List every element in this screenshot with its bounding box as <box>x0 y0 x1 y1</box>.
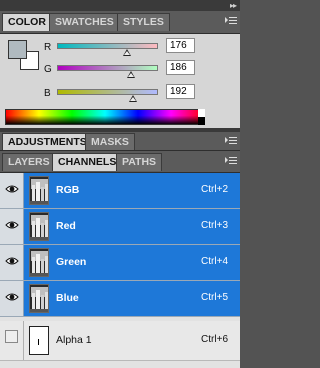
channel-thumbnail <box>29 326 49 355</box>
tab-channels[interactable]: CHANNELS <box>52 153 123 171</box>
channel-visibility-toggle[interactable] <box>0 281 24 316</box>
color-panel-tabbar: COLOR SWATCHES STYLES <box>0 11 240 34</box>
channel-shortcut: Ctrl+5 <box>201 292 228 303</box>
red-slider-row: R 176 <box>0 38 240 58</box>
channel-visibility-toggle[interactable] <box>0 209 24 244</box>
channel-shortcut: Ctrl+4 <box>201 256 228 267</box>
channel-name: Blue <box>56 292 79 304</box>
black-white-swatches[interactable] <box>198 109 205 125</box>
channel-shortcut: Ctrl+3 <box>201 220 228 231</box>
tab-styles[interactable]: STYLES <box>117 13 170 31</box>
tab-masks[interactable]: MASKS <box>85 133 135 150</box>
red-value-input[interactable]: 176 <box>166 38 195 53</box>
blue-slider-thumb[interactable] <box>128 95 137 102</box>
green-slider-row: G 186 <box>0 60 240 80</box>
green-value-input[interactable]: 186 <box>166 60 195 75</box>
collapse-panels-icon[interactable]: ▸▸ <box>230 0 237 11</box>
channel-visibility-toggle[interactable] <box>0 245 24 280</box>
channel-visibility-toggle[interactable] <box>0 173 24 208</box>
panel-dock-titlebar: ▸▸ <box>0 0 240 11</box>
channel-thumbnail <box>29 176 49 205</box>
eye-icon <box>5 293 19 301</box>
panel-menu-icon[interactable] <box>225 156 237 166</box>
tab-color[interactable]: COLOR <box>2 13 52 31</box>
color-panel: R 176 G 186 B 192 <box>0 34 240 129</box>
eye-icon <box>5 257 19 265</box>
channel-name: Alpha 1 <box>56 334 92 346</box>
channel-thumbnail <box>29 248 49 277</box>
channel-row[interactable]: Blue Ctrl+5 <box>0 281 240 317</box>
channel-thumbnail <box>29 212 49 241</box>
color-spectrum-ramp[interactable] <box>5 109 205 125</box>
channel-row[interactable]: Alpha 1 Ctrl+6 <box>0 321 240 361</box>
green-slider-track[interactable] <box>57 65 158 71</box>
tab-adjustments[interactable]: ADJUSTMENTS <box>2 133 93 150</box>
channels-list: A RGBCtrl+2RedCtrl+3GreenCtrl+4BlueCtrl+… <box>0 173 240 368</box>
empty-visibility-box <box>5 330 18 343</box>
channel-shortcut: Ctrl+6 <box>201 334 228 345</box>
blue-label: B <box>44 88 51 99</box>
tab-swatches[interactable]: SWATCHES <box>49 13 120 31</box>
red-slider-thumb[interactable] <box>122 49 131 56</box>
red-slider-track[interactable] <box>57 43 158 49</box>
green-label: G <box>44 64 52 75</box>
tab-layers[interactable]: LAYERS <box>2 153 56 171</box>
panel-menu-icon[interactable] <box>225 136 237 146</box>
channel-row[interactable]: Red Ctrl+3 <box>0 209 240 245</box>
tab-paths[interactable]: PATHS <box>116 153 163 171</box>
eye-icon <box>5 221 19 229</box>
channel-name: Green <box>56 256 87 268</box>
green-slider-thumb[interactable] <box>126 71 135 78</box>
channel-row[interactable]: RGB Ctrl+2 <box>0 173 240 209</box>
channel-name: RGB <box>56 184 80 196</box>
layers-panel-tabbar: LAYERS CHANNELS PATHS <box>0 151 240 173</box>
channel-visibility-toggle[interactable] <box>0 321 24 360</box>
channel-thumbnail <box>29 284 49 313</box>
red-label: R <box>44 42 52 53</box>
blue-slider-track[interactable] <box>57 89 158 95</box>
panel-menu-icon[interactable] <box>225 16 237 26</box>
blue-value-input[interactable]: 192 <box>166 84 195 99</box>
eye-icon <box>5 185 19 193</box>
adjustments-panel-tabbar: ADJUSTMENTS MASKS <box>0 132 240 151</box>
channel-name: Red <box>56 220 76 232</box>
channel-shortcut: Ctrl+2 <box>201 184 228 195</box>
channel-row[interactable]: Green Ctrl+4 <box>0 245 240 281</box>
blue-slider-row: B 192 <box>0 84 240 104</box>
